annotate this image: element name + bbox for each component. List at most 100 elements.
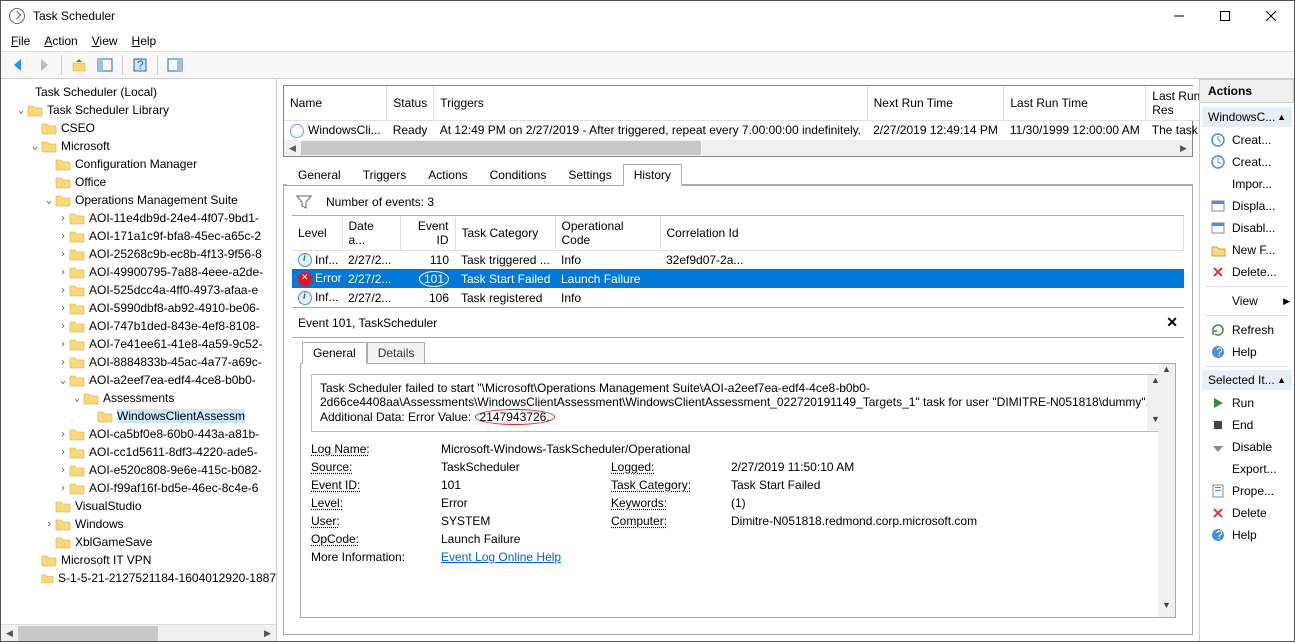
tree-aoi[interactable]: ›AOI-25268c9b-ec8b-4f13-9f56-8 (1, 245, 276, 263)
tree-aoi[interactable]: ›AOI-ca5bf0e8-60b0-443a-a81b- (1, 425, 276, 443)
action-item[interactable]: Creat... (1200, 151, 1294, 173)
folder-icon (69, 427, 85, 441)
folder-icon (41, 553, 57, 567)
tab-general[interactable]: General (287, 164, 352, 185)
task-list-header[interactable]: NameStatusTriggersNext Run TimeLast Run … (284, 86, 1200, 121)
action-item[interactable]: View▶ (1200, 290, 1294, 312)
task-list-hscroll[interactable]: ◀▶ (284, 140, 1192, 156)
task-list[interactable]: NameStatusTriggersNext Run TimeLast Run … (283, 85, 1193, 157)
event-description: Task Scheduler failed to start "\Microso… (311, 374, 1165, 432)
tree-wca-selected[interactable]: WindowsClientAssessm (1, 407, 276, 425)
tree-aoi[interactable]: ›AOI-5990dbf8-ab92-4910-be06- (1, 299, 276, 317)
detail-vscroll[interactable]: ▲▼ (1158, 364, 1175, 617)
event-row[interactable]: Inf... 2/27/2...106Task registeredInfo (292, 288, 1184, 307)
tree-aoi[interactable]: ›AOI-747b1ded-843e-4ef8-8108- (1, 317, 276, 335)
folder-icon (27, 103, 43, 117)
tree-aoi[interactable]: ›AOI-11e4db9d-24e4-4f07-9bd1- (1, 209, 276, 227)
subtab-general[interactable]: General (302, 342, 367, 364)
action-item[interactable]: Disabl... (1200, 217, 1294, 239)
minimize-button[interactable] (1156, 1, 1202, 31)
tree-aoi[interactable]: ›AOI-49900795-7a88-4eee-a2de- (1, 263, 276, 281)
actions-group-selected[interactable]: Selected It...▲ (1202, 370, 1292, 390)
tree-hscroll[interactable]: ◀▶ (1, 624, 276, 641)
show-hide-tree-button[interactable] (94, 54, 116, 76)
action-item[interactable]: Refresh (1200, 319, 1294, 341)
folder-icon (41, 139, 57, 153)
action-item[interactable]: Run (1200, 392, 1294, 414)
action-item[interactable]: Impor... (1200, 173, 1294, 195)
help-toolbar-button[interactable]: ? (129, 54, 151, 76)
forward-button[interactable] (33, 54, 55, 76)
tab-conditions[interactable]: Conditions (479, 164, 558, 185)
action-item[interactable]: ?Help (1200, 524, 1294, 546)
tab-history[interactable]: History (623, 164, 682, 186)
tree-vpn[interactable]: Microsoft IT VPN (1, 551, 276, 569)
folder-icon (55, 175, 71, 189)
subtab-details[interactable]: Details (367, 342, 426, 363)
tree-aoi[interactable]: ›AOI-525dcc4a-4ff0-4973-afaa-e (1, 281, 276, 299)
tree-office[interactable]: Office (1, 173, 276, 191)
menu-file[interactable]: File (11, 34, 30, 48)
tree-aoi[interactable]: ⌄AOI-a2eef7ea-edf4-4ce8-b0b0- (1, 371, 276, 389)
back-button[interactable] (7, 54, 29, 76)
tree-assessments[interactable]: ⌄Assessments (1, 389, 276, 407)
action-item[interactable]: Creat... (1200, 129, 1294, 151)
menu-action[interactable]: Action (44, 34, 77, 48)
folder-icon (55, 193, 71, 207)
tree-vs[interactable]: VisualStudio (1, 497, 276, 515)
menu-help[interactable]: Help (132, 34, 157, 48)
event-row-selected[interactable]: Error 2/27/2...101Task Start FailedLaunc… (292, 269, 1184, 288)
action-item[interactable]: End (1200, 414, 1294, 436)
close-detail-button[interactable]: ✕ (1166, 314, 1178, 331)
actions-group-task[interactable]: WindowsC...▲ (1202, 107, 1292, 127)
tree-windows[interactable]: › Windows (1, 515, 276, 533)
event-properties: Log Name:Microsoft-Windows-TaskScheduler… (311, 442, 1165, 564)
action-item[interactable]: Delete... (1200, 261, 1294, 283)
action-icon (1210, 132, 1226, 148)
action-item[interactable]: ?Help (1200, 341, 1294, 363)
tree-root[interactable]: Task Scheduler (Local) (1, 83, 276, 101)
svg-text:?: ? (137, 58, 144, 72)
maximize-button[interactable] (1202, 1, 1248, 31)
event-filter-bar: Number of events: 3 (292, 193, 1184, 216)
folder-icon (83, 391, 99, 405)
tree-aoi[interactable]: ›AOI-8884833b-45ac-4a77-a69c- (1, 353, 276, 371)
action-item[interactable]: New F... (1200, 239, 1294, 261)
action-item[interactable]: Prope... (1200, 480, 1294, 502)
tree-library[interactable]: ⌄ Task Scheduler Library (1, 101, 276, 119)
tree-aoi[interactable]: ›AOI-e520c808-9e6e-415c-b082- (1, 461, 276, 479)
svg-text:?: ? (1216, 345, 1223, 359)
tree-cseo[interactable]: CSEO (1, 119, 276, 137)
tree-xbl[interactable]: XblGameSave (1, 533, 276, 551)
tab-settings[interactable]: Settings (557, 164, 622, 185)
event-row[interactable]: Inf... 2/27/2...110Task triggered ...Inf… (292, 250, 1184, 269)
event-grid[interactable]: LevelDate a...Event IDTask CategoryOpera… (292, 216, 1184, 308)
tree-aoi[interactable]: ›AOI-cc1d5611-8df3-4220-ade5- (1, 443, 276, 461)
menu-view[interactable]: View (92, 34, 118, 48)
tree-oms[interactable]: ⌄ Operations Management Suite (1, 191, 276, 209)
event-count: Number of events: 3 (326, 195, 434, 209)
action-item[interactable]: Displa... (1200, 195, 1294, 217)
close-button[interactable] (1248, 1, 1294, 31)
tree-aoi[interactable]: ›AOI-7e41ee61-41e8-4a59-9c52- (1, 335, 276, 353)
action-item[interactable]: Delete (1200, 502, 1294, 524)
tab-triggers[interactable]: Triggers (352, 164, 418, 185)
action-item[interactable]: Export... (1200, 458, 1294, 480)
up-button[interactable] (68, 54, 90, 76)
folder-icon (69, 211, 85, 225)
tab-actions[interactable]: Actions (417, 164, 478, 185)
online-help-link[interactable]: Event Log Online Help (441, 550, 1165, 564)
folder-icon (69, 319, 85, 333)
info-icon (298, 291, 312, 305)
tree-aoi[interactable]: ›AOI-f99af16f-bd5e-46ec-8c4e-6 (1, 479, 276, 497)
actions-pane: Actions WindowsC...▲ Creat...Creat...Imp… (1200, 79, 1294, 641)
tree-sid[interactable]: S-1-5-21-2127521184-1604012920-1887 (1, 569, 276, 587)
tree-aoi[interactable]: ›AOI-171a1c9f-bfa8-45ec-a65c-2 (1, 227, 276, 245)
show-hide-action-pane-button[interactable] (164, 54, 186, 76)
tree-cfgmgr[interactable]: Configuration Manager (1, 155, 276, 173)
action-item[interactable]: Disable (1200, 436, 1294, 458)
event-grid-header[interactable]: LevelDate a...Event IDTask CategoryOpera… (292, 216, 1184, 251)
task-row[interactable]: WindowsCli... Ready At 12:49 PM on 2/27/… (284, 121, 1200, 140)
tree-microsoft[interactable]: ⌄ Microsoft (1, 137, 276, 155)
filter-icon[interactable] (296, 195, 312, 209)
